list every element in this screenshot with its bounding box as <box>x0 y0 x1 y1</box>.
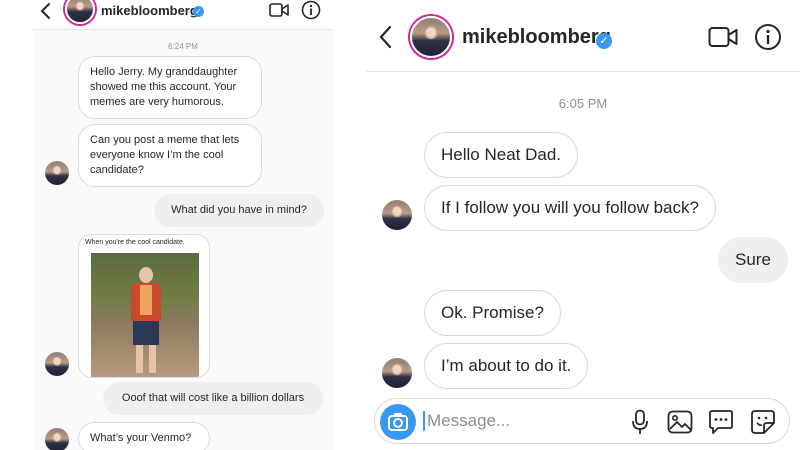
chat-header: mikebloomberg ✓ <box>33 0 333 30</box>
sender-avatar <box>45 352 69 376</box>
camera-button[interactable] <box>380 404 416 440</box>
meme-caption: When you're the cool candidate. <box>85 239 185 246</box>
video-call-icon[interactable] <box>269 2 289 18</box>
left-dm-screen: mikebloomberg ✓ 6:24 PM Hello Jerry. My … <box>33 0 333 450</box>
header-username[interactable]: mikebloomberg <box>462 26 611 49</box>
right-dm-screen: mikebloomberg ✓ 6:05 PM Hello Neat Dad. … <box>366 0 800 450</box>
sender-avatar <box>382 358 412 388</box>
outgoing-message: Ooof that will cost like a billion dolla… <box>103 382 323 415</box>
incoming-message: I’m about to do it. <box>424 343 589 389</box>
dm-screenshot-composite: mikebloomberg ✓ 6:24 PM Hello Jerry. My … <box>0 0 800 450</box>
message-composer: Message... <box>374 398 790 444</box>
message-timestamp: 6:24 PM <box>168 42 198 51</box>
info-icon[interactable] <box>754 23 782 51</box>
microphone-icon[interactable] <box>631 409 649 435</box>
gallery-icon[interactable] <box>667 410 693 434</box>
meme-person-figure <box>129 267 163 377</box>
info-icon[interactable] <box>301 0 321 20</box>
back-chevron-icon[interactable] <box>39 2 53 20</box>
verified-badge-icon: ✓ <box>193 6 204 17</box>
profile-avatar[interactable] <box>410 16 452 58</box>
outgoing-message: What did you have in mind? <box>154 194 324 227</box>
message-input[interactable]: Message... <box>423 411 510 431</box>
back-chevron-icon[interactable] <box>378 24 394 50</box>
incoming-message: If I follow you will you follow back? <box>424 185 716 231</box>
verified-badge-icon: ✓ <box>596 33 612 49</box>
profile-avatar[interactable] <box>65 0 95 24</box>
sender-avatar <box>382 200 412 230</box>
outgoing-message: Sure <box>718 237 788 283</box>
incoming-message: Hello Neat Dad. <box>424 132 579 178</box>
message-timestamp: 6:05 PM <box>558 96 608 111</box>
video-call-icon[interactable] <box>708 26 738 48</box>
chat-bubble-icon[interactable] <box>708 409 734 435</box>
chat-header: mikebloomberg ✓ <box>366 0 800 72</box>
incoming-message: What’s your Venmo? <box>78 422 210 450</box>
sender-avatar <box>45 161 69 185</box>
incoming-message: Hello Jerry. My granddaughter showed me … <box>78 56 262 119</box>
meme-image-message[interactable]: When you're the cool candidate. <box>78 234 210 378</box>
incoming-message: Ok. Promise? <box>424 290 561 336</box>
camera-icon <box>388 413 408 431</box>
incoming-message: Can you post a meme that lets everyone k… <box>78 124 262 187</box>
sender-avatar <box>45 428 69 450</box>
sticker-icon[interactable] <box>750 409 776 435</box>
header-username[interactable]: mikebloomberg <box>101 3 198 18</box>
meme-photo <box>91 253 199 377</box>
